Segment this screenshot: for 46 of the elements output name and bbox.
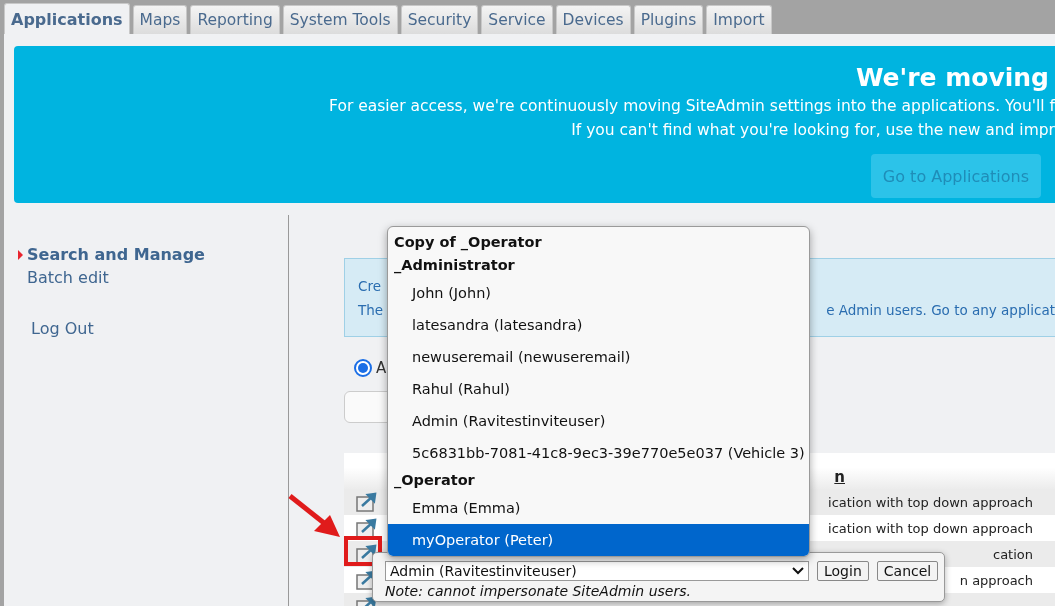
radio-button[interactable]	[354, 359, 372, 377]
external-link-icon[interactable]	[356, 492, 378, 512]
pointer-arrow	[288, 493, 342, 539]
tab[interactable]: Service	[481, 5, 553, 34]
select-value: Admin (Ravitestinviteuser)	[390, 563, 577, 579]
info-text: The	[358, 301, 384, 318]
table-cell-text: ication with top down approach	[828, 520, 1034, 536]
info-text: Cre	[358, 277, 381, 294]
tab[interactable]: Devices	[555, 5, 631, 34]
note-text: Note: cannot impersonate SiteAdmin users.	[385, 583, 692, 599]
dropdown-option[interactable]: 5c6831bb-7081-41c8-9ec3-39e770e5e037 (Vehicle 3)	[388, 437, 809, 469]
tab[interactable]: Maps	[132, 5, 188, 34]
table-cell-text: ication with top down approach	[828, 494, 1034, 510]
table-cell-text: n approach	[959, 572, 1034, 588]
tab[interactable]: Applications	[4, 3, 130, 34]
banner-text: If you can't find what you're looking for, use the new and impr	[571, 120, 1055, 141]
sidebar-link[interactable]: Search and Manage	[27, 243, 205, 266]
tab[interactable]: Plugins	[633, 5, 704, 34]
dropdown-option[interactable]: John (John)	[388, 277, 809, 309]
user-select[interactable]: Admin (Ravitestinviteuser)	[385, 561, 809, 581]
tab[interactable]: Reporting	[190, 5, 280, 34]
dropdown-option[interactable]: Rahul (Rahul)	[388, 373, 809, 405]
radio-label: A	[376, 359, 387, 377]
dropdown-option[interactable]: myOperator (Peter)	[388, 524, 809, 556]
option-group-label: _Administrator	[393, 256, 516, 276]
external-link-icon[interactable]	[356, 518, 378, 538]
tab[interactable]: System Tools	[282, 5, 398, 34]
banner-title: We're moving	[855, 62, 1049, 94]
option-group-label: Copy of _Operator	[393, 233, 543, 253]
dropdown-option[interactable]: Admin (Ravitestinviteuser)	[388, 405, 809, 437]
table-cell-text: cation	[993, 546, 1034, 562]
tab[interactable]: Import	[706, 5, 772, 34]
banner-text: For easier access, we're continuously moving SiteAdmin settings into the applications. You'll f	[329, 96, 1055, 117]
active-marker-icon	[18, 249, 23, 260]
sidebar-link[interactable]: Batch edit	[27, 266, 109, 289]
dropdown-option[interactable]: latesandra (latesandra)	[388, 309, 809, 341]
chevron-down-icon	[792, 567, 804, 575]
popup-button[interactable]: Cancel	[876, 561, 939, 581]
column-header[interactable]: n	[834, 468, 845, 486]
dropdown-option[interactable]: newuseremail (newuseremail)	[388, 341, 809, 373]
info-text: e Admin users. Go to any applicat	[826, 301, 1055, 318]
tab[interactable]: Security	[400, 5, 479, 34]
popup-button[interactable]: Login	[817, 561, 869, 581]
dropdown-option[interactable]: Emma (Emma)	[388, 492, 809, 524]
option-group-label: _Operator	[393, 471, 476, 491]
log-out-link[interactable]: Log Out	[31, 319, 288, 338]
